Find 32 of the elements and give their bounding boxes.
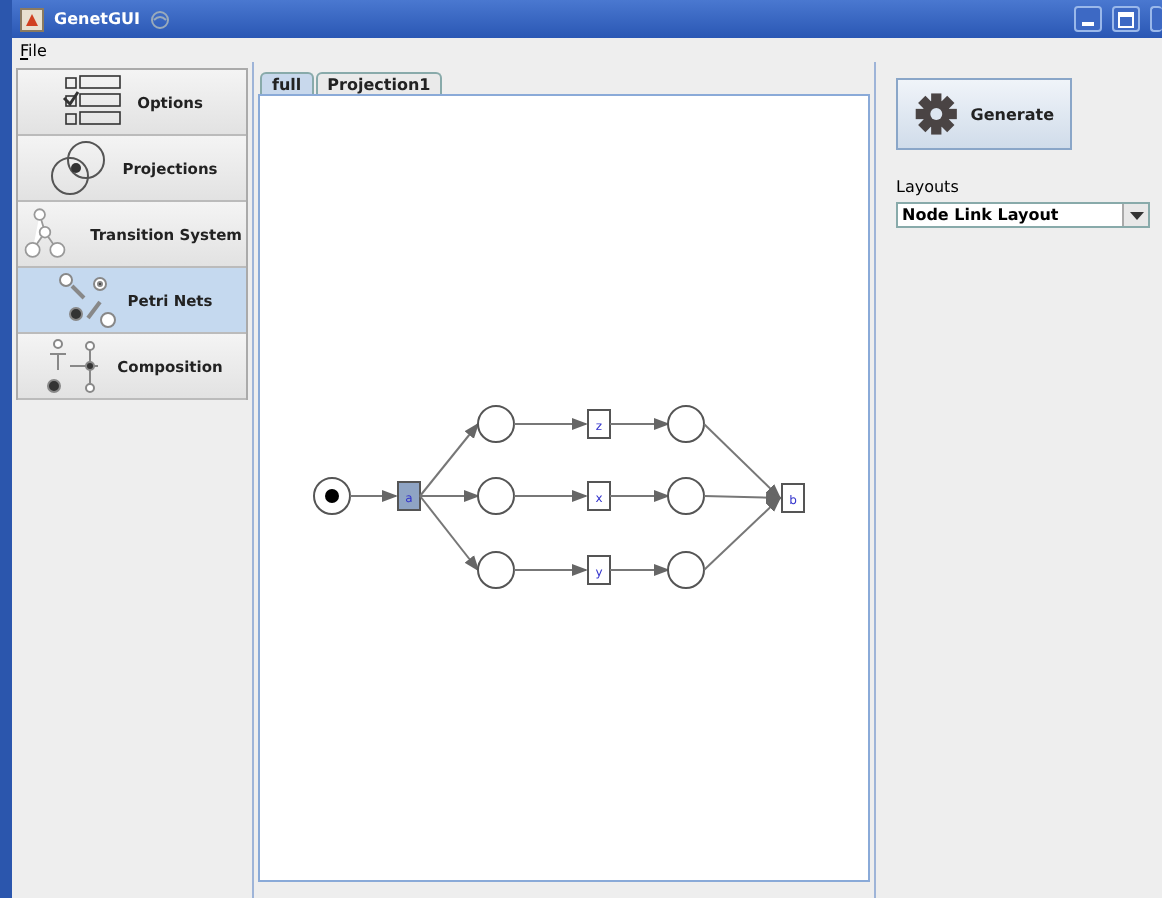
- place: [477, 551, 515, 589]
- minimize-icon: [1082, 22, 1094, 26]
- transition: [587, 409, 611, 439]
- tab[interactable]: Projection1: [315, 72, 443, 94]
- arc-arrow: [609, 418, 670, 430]
- arc-arrow: [349, 490, 398, 502]
- transition: [587, 555, 611, 585]
- arc-arrow: [609, 490, 670, 502]
- arc-arrow: [513, 564, 588, 576]
- maximize-icon: [1118, 11, 1134, 27]
- arc-arrow: [513, 490, 588, 502]
- place: [667, 405, 705, 443]
- transition: [587, 481, 611, 511]
- caret-icon: [1129, 211, 1143, 219]
- arc-arrow: [513, 418, 588, 430]
- layout-dropdown[interactable]: Node Link Layout: [896, 202, 1150, 228]
- swirl-icon: [149, 9, 170, 29]
- layouts-label: Layouts: [896, 178, 959, 196]
- generate-button[interactable]: Generate: [896, 78, 1072, 150]
- place: [477, 405, 515, 443]
- close-button[interactable]: [1150, 6, 1162, 32]
- menu-item[interactable]: File: [20, 41, 47, 59]
- window-title: GenetGUI: [54, 10, 140, 28]
- place: [667, 477, 705, 515]
- place: [667, 551, 705, 589]
- place: [477, 477, 515, 515]
- arc-arrow: [609, 564, 670, 576]
- app-icon: [20, 7, 44, 31]
- tab[interactable]: full: [260, 72, 314, 94]
- minimize-button[interactable]: [1074, 6, 1102, 32]
- gear-icon: [914, 88, 959, 140]
- maximize-button[interactable]: [1112, 6, 1140, 32]
